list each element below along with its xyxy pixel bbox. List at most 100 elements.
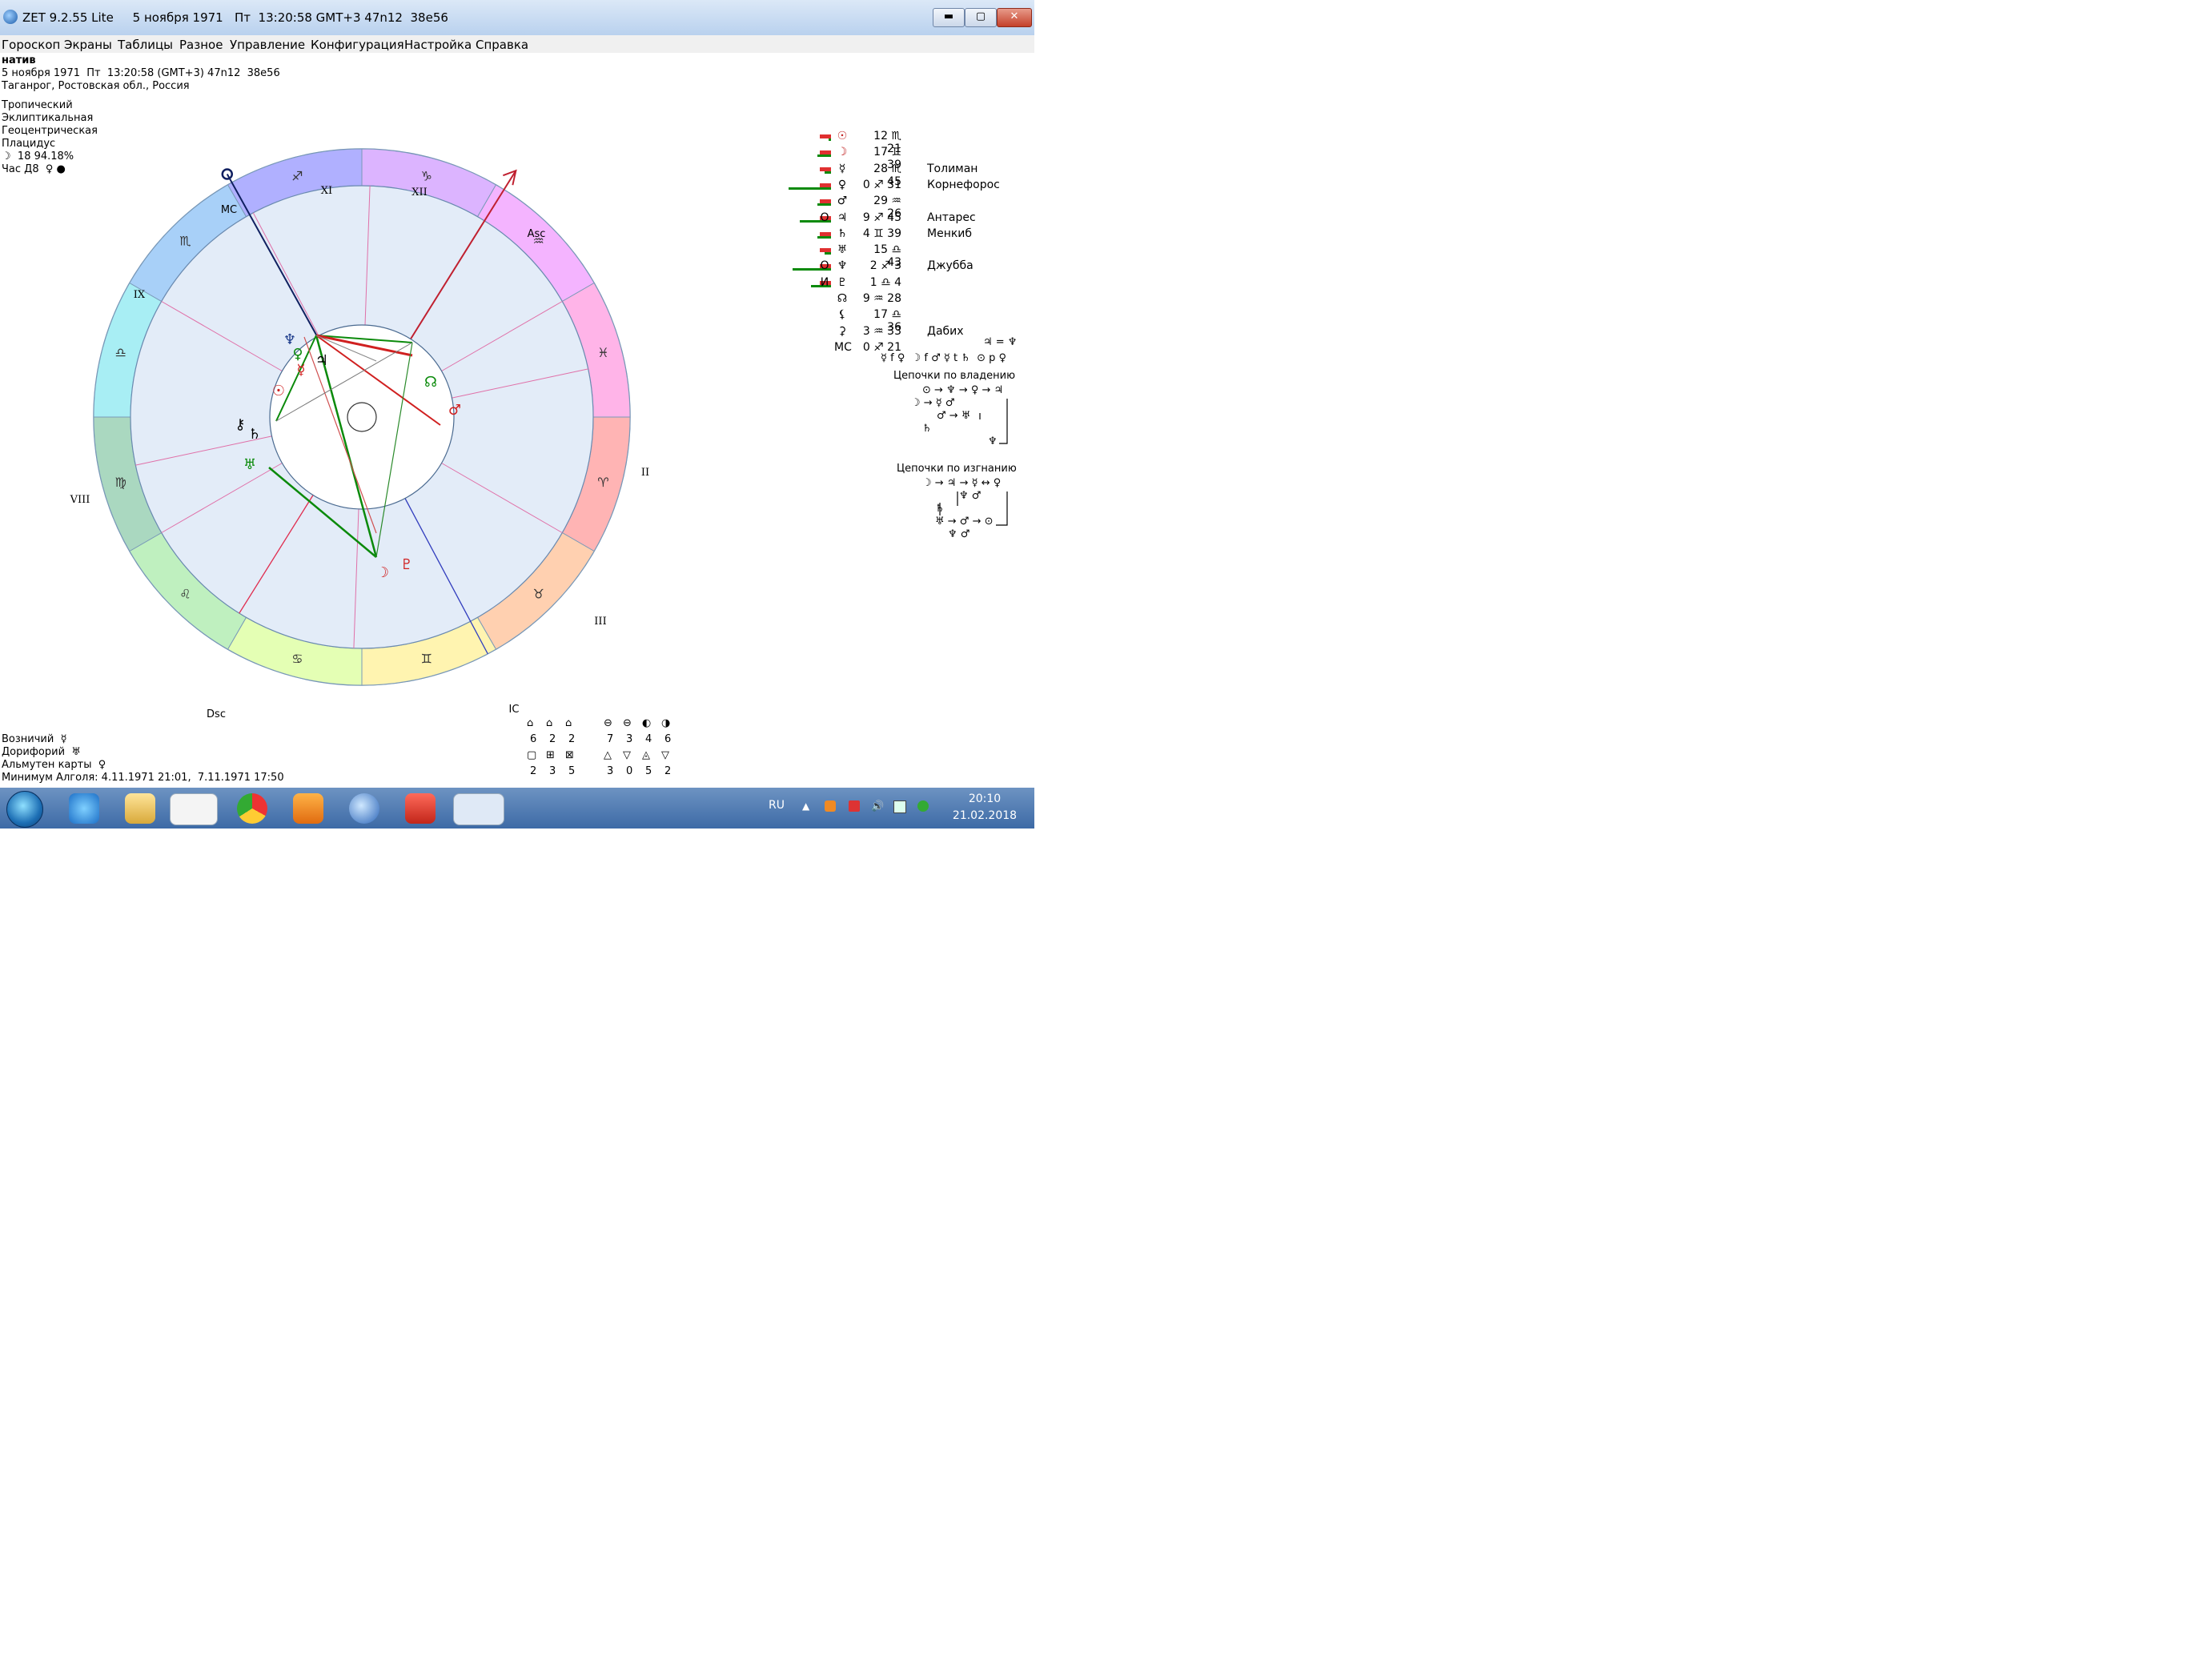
- dignity-line: ☿ f ♀ ☽ f ♂ ☿ t ♄ ⊙ p ♀: [881, 352, 1007, 364]
- charioteer: Возничий ☿: [2, 733, 67, 745]
- element-icon: ⊖: [604, 717, 612, 729]
- angle-label: IC: [509, 704, 520, 716]
- planet-mark: И: [820, 275, 829, 289]
- zodiac-sign-icon: ♉: [532, 587, 544, 602]
- fixed-star: Дабих: [927, 324, 964, 338]
- clock-date[interactable]: 21.02.2018: [949, 809, 1021, 822]
- element-icon: ◑: [661, 717, 671, 729]
- folder-icon[interactable]: [125, 793, 155, 824]
- cross-count: 2: [568, 733, 576, 745]
- window-title: ZET 9.2.55 Lite 5 ноября 1971 Пт 13:20:5…: [22, 10, 448, 25]
- horoscope-wheel[interactable]: ♐♑♒♓♈♉♊♋♌♍♎♏♆♀♃☉☿♄☊♂☽⚷♅♇XIXIIIIIIIVVIVII…: [0, 53, 656, 717]
- menu-misc[interactable]: Разное: [179, 38, 223, 52]
- menu-control[interactable]: Управление: [230, 38, 305, 52]
- cross-icon: ⊠: [565, 749, 574, 761]
- planet-glyph-icon: ☽: [837, 146, 848, 159]
- planet-icon: ♃: [315, 352, 328, 369]
- menu-settings[interactable]: Настройка: [404, 38, 472, 52]
- planet-degree: 9 ♒ 28: [862, 292, 901, 305]
- planet-row[interactable]: О ♆ 2 ♐ 3 Джубба: [785, 259, 1025, 275]
- tray-monitor-icon[interactable]: [893, 800, 906, 813]
- zodiac-sign-icon: ♓: [597, 345, 608, 360]
- element-count: 5: [645, 765, 652, 777]
- zet-icon[interactable]: [453, 793, 504, 825]
- planet-glyph-icon: ♄: [837, 227, 848, 240]
- close-button[interactable]: ✕: [997, 8, 1032, 27]
- planet-glyph-icon: ☿: [838, 162, 846, 175]
- planet-icon: ♅: [243, 456, 256, 473]
- app-icon[interactable]: [3, 10, 18, 24]
- cross-count: 2: [549, 733, 556, 745]
- planet-row[interactable]: ♄ 4 ♊ 39 Менкиб: [785, 227, 1025, 243]
- debility-bar: [820, 199, 831, 204]
- debility-bar: [820, 167, 831, 171]
- media-player-icon[interactable]: [293, 793, 323, 824]
- planet-icon: ♇: [400, 556, 413, 573]
- algol-minimum: Минимум Алголя: 4.11.1971 21:01, 7.11.19…: [2, 772, 284, 784]
- tray-expand-icon[interactable]: ▲: [802, 800, 813, 812]
- planet-glyph-icon: ☊: [837, 292, 848, 305]
- planet-row[interactable]: ☊ 9 ♒ 28: [785, 292, 1025, 308]
- menu-help[interactable]: Справка: [476, 38, 528, 52]
- menu-bar: Гороскоп Экраны Таблицы Разное Управлени…: [0, 35, 1034, 54]
- angle-label: Asc: [528, 228, 546, 240]
- planet-row[interactable]: И ♇ 1 ♎ 4: [785, 276, 1025, 292]
- planet-degree: 9 ♐ 45: [862, 211, 901, 224]
- fixed-star: Толиман: [927, 162, 978, 175]
- minimize-button[interactable]: ▬: [933, 8, 965, 27]
- fixed-star: Антарес: [927, 211, 976, 224]
- planet-glyph-icon: ⚳: [837, 324, 847, 338]
- planet-row[interactable]: ☿ 28 ♏ 45 Толиман: [785, 162, 1025, 188]
- planet-glyph-icon: ☉: [837, 130, 848, 142]
- title-bar[interactable]: ZET 9.2.55 Lite 5 ноября 1971 Пт 13:20:5…: [0, 0, 1034, 36]
- chrome-icon[interactable]: [237, 793, 267, 824]
- maximize-button[interactable]: ▢: [965, 8, 997, 27]
- element-count: 6: [664, 733, 672, 745]
- jupiter-equals-neptune: ♃ = ♆: [983, 336, 1018, 348]
- planet-row[interactable]: ♅ 15 ♎ 43: [785, 243, 1025, 269]
- zodiac-sign-icon: ♊: [421, 651, 432, 666]
- planet-icon: ☽: [376, 564, 389, 581]
- tray-avast-icon[interactable]: [825, 800, 836, 812]
- app-window: ZET 9.2.55 Lite 5 ноября 1971 Пт 13:20:5…: [0, 0, 1034, 828]
- house-number-label: VIII: [70, 494, 90, 506]
- menu-configuration[interactable]: Конфигурация: [311, 38, 404, 52]
- planet-row[interactable]: О ♃ 9 ♐ 45 Антарес: [785, 211, 1025, 227]
- tray-network-off-icon[interactable]: [849, 800, 860, 812]
- language-indicator[interactable]: RU: [769, 799, 785, 812]
- planet-glyph-icon: ♃: [837, 211, 848, 224]
- almuten: Альмутен карты ♀: [2, 759, 106, 771]
- planet-row[interactable]: ☉ 12 ♏ 21: [785, 130, 1025, 155]
- tray-update-icon[interactable]: [917, 800, 929, 812]
- element-count: 4: [645, 733, 652, 745]
- planet-icon: ☿: [296, 362, 305, 379]
- ie-icon[interactable]: [69, 793, 99, 824]
- planet-row[interactable]: ⚸ 17 ♎ 36: [785, 308, 1025, 334]
- zodiac-sign-icon: ♑: [421, 169, 432, 184]
- menu-screens[interactable]: Экраны: [64, 38, 112, 52]
- yandex-browser-icon[interactable]: [170, 793, 218, 825]
- strength-bar: [817, 235, 831, 239]
- fixed-star: Корнефорос: [927, 178, 1000, 191]
- menu-horoscope[interactable]: Гороскоп: [2, 38, 60, 52]
- globe-icon[interactable]: [349, 793, 379, 824]
- planet-row[interactable]: ☽ 17 ♊ 39: [785, 146, 1025, 171]
- fixed-star: Менкиб: [927, 227, 973, 240]
- zodiac-sign-icon: ♏: [179, 233, 191, 248]
- planet-row[interactable]: ♂ 29 ♒ 26: [785, 195, 1025, 220]
- strength-bar: [825, 252, 831, 255]
- volume-icon[interactable]: 🔊: [871, 800, 884, 812]
- planet-mark: О: [820, 259, 829, 273]
- strength-bar: [825, 171, 831, 174]
- yandex-icon[interactable]: [405, 793, 436, 824]
- menu-tables[interactable]: Таблицы: [118, 38, 173, 52]
- house-number-label: IX: [134, 289, 146, 301]
- zodiac-sign-icon: ♐: [291, 169, 303, 184]
- strength-bar: [817, 154, 831, 158]
- start-button[interactable]: [6, 791, 43, 828]
- planet-icon: ⚷: [235, 416, 245, 433]
- taskbar: RU ▲ 🔊 20:10 21.02.2018: [0, 788, 1034, 828]
- clock-time[interactable]: 20:10: [949, 792, 1021, 805]
- planet-row[interactable]: ♀ 0 ♐ 31 Корнефорос: [785, 179, 1025, 195]
- angle-label: Dsc: [207, 708, 226, 717]
